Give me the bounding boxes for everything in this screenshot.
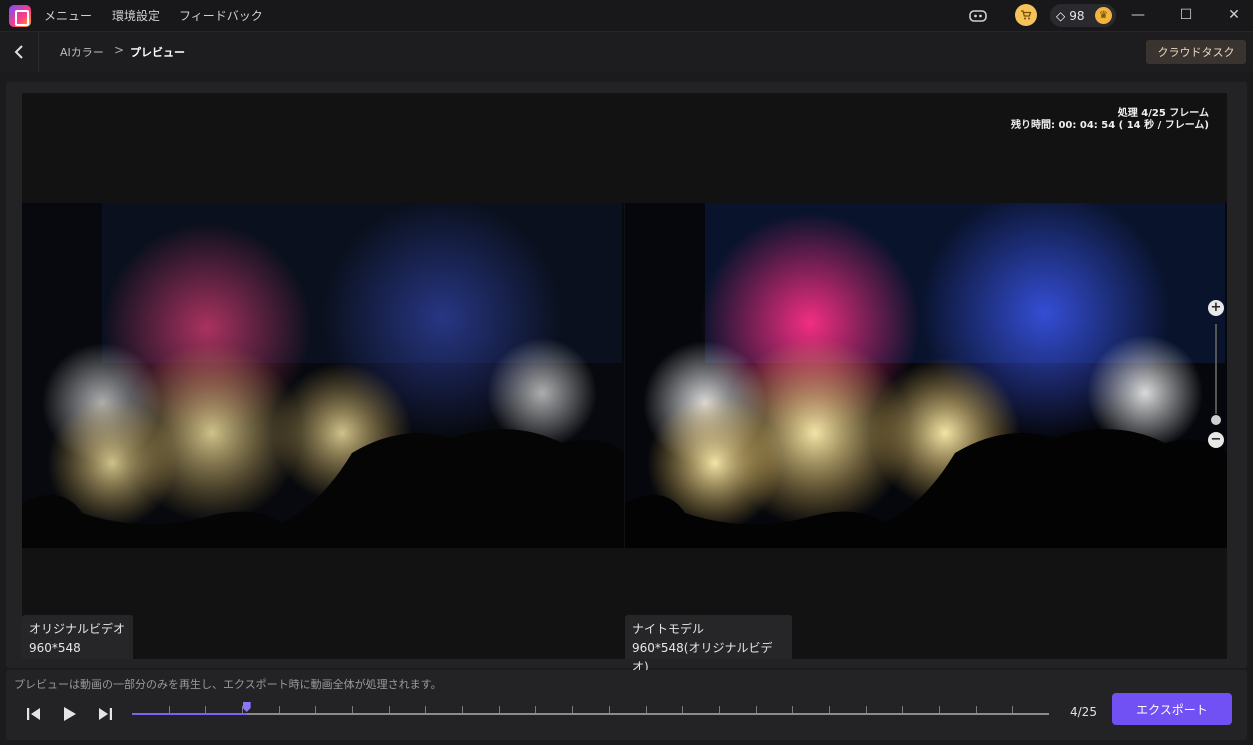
cart-icon[interactable] [1015,4,1037,26]
timeline-tick [939,706,940,713]
timeline-tick [609,706,610,713]
timeline-tick [205,706,206,713]
gem-balance[interactable]: ◇ 98 ♛ [1050,4,1116,27]
gem-count: 98 [1069,8,1085,23]
processing-status: 処理 4/25 フレーム 残り時間: 00: 04: 54 ( 14 秒 / フ… [1011,108,1209,132]
zoom-out-button[interactable]: − [1208,432,1224,448]
original-video-resolution: 960*548 [29,641,81,655]
title-bar: メニュー 環境設定 フィードバック ◇ 98 ♛ — ☐ ✕ [0,0,1253,31]
prev-frame-button[interactable] [24,704,44,724]
night-model-title: ナイトモデル [632,622,705,636]
night-model-frame [625,203,1227,548]
timeline-tick [425,706,426,713]
timeline-tick [646,706,647,713]
timeline-tick [902,706,903,713]
nav-bar: AIカラー > プレビュー クラウドタスク [0,31,1253,72]
close-icon[interactable]: ✕ [1224,5,1244,25]
remaining-time: 残り時間: 00: 04: 54 ( 14 秒 / フレーム) [1010,120,1209,131]
preview-note: プレビューは動画の一部分のみを再生し、エクスポート時に動画全体が処理されます。 [14,678,442,691]
timeline-tick [389,706,390,713]
frame-counter: 4/25 [1070,705,1097,719]
timeline-tick [169,706,170,713]
maximize-icon[interactable]: ☐ [1176,5,1196,25]
timeline-tick [572,706,573,713]
menu-item-feedback[interactable]: フィードバック [179,7,263,24]
play-icon [64,707,76,721]
timeline-tick [682,706,683,713]
menu-item-preferences[interactable]: 環境設定 [112,7,160,24]
timeline-tick [462,706,463,713]
play-button[interactable] [60,704,80,724]
original-video-label: オリジナルビデオ 960*548 [22,615,133,659]
timeline-tick [866,706,867,713]
crown-icon: ♛ [1095,7,1112,24]
zoom-thumb[interactable] [1211,415,1221,425]
timeline-tick [352,706,353,713]
chevron-left-icon [14,45,23,59]
back-button[interactable] [0,32,39,72]
timeline-tick [792,706,793,713]
processing-frames: 処理 4/25 フレーム [1117,108,1209,119]
timeline-tick [976,706,977,713]
menu-item-menu[interactable]: メニュー [44,7,92,24]
step-back-icon [27,708,40,720]
timeline-tick [279,706,280,713]
discord-icon[interactable] [967,6,989,26]
timeline-progress [132,713,247,715]
breadcrumb-preview: プレビュー [130,46,185,59]
zoom-in-button[interactable]: + [1208,300,1224,316]
app-logo-icon [9,5,31,27]
timeline-tick [829,706,830,713]
timeline-tick [719,706,720,713]
breadcrumb-ai-color[interactable]: AIカラー [60,44,104,60]
original-video-title: オリジナルビデオ [29,622,126,636]
timeline-tick [242,706,243,713]
fireworks-image-enhanced [625,203,1227,548]
zoom-track[interactable] [1215,324,1217,414]
timeline-tick [756,706,757,713]
next-frame-button[interactable] [95,704,115,724]
gem-icon: ◇ [1056,8,1066,23]
timeline-tick [1012,706,1013,713]
timeline-tick [535,706,536,713]
zoom-control: + − [1208,300,1224,448]
timeline-track[interactable] [132,702,1049,715]
timeline-tick [499,706,500,713]
night-model-label: ナイトモデル 960*548(オリジナルビデオ) [625,615,792,674]
timeline-tick [315,706,316,713]
breadcrumb-separator: > [114,43,125,57]
minimize-icon[interactable]: — [1128,5,1148,25]
original-video-frame [22,203,624,548]
cloud-task-button[interactable]: クラウドタスク [1146,40,1246,64]
step-forward-icon [99,708,112,720]
export-button[interactable]: エクスポート [1112,693,1232,725]
fireworks-image-original [22,203,624,548]
